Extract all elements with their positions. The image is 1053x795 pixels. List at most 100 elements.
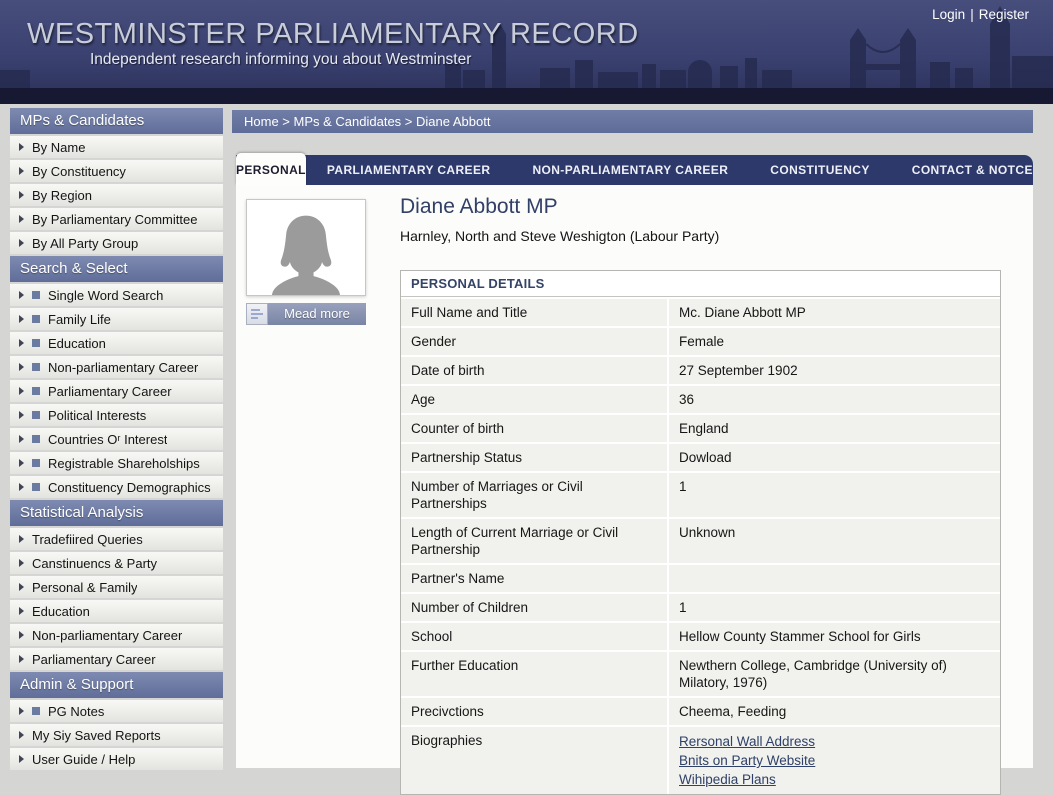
- sidebar-item-political-interests[interactable]: Political Interests: [10, 404, 223, 426]
- table-body: Full Name and TitleMc. Diane Abbott MPGe…: [401, 299, 1000, 794]
- sidebar-item-label: By Region: [32, 188, 92, 203]
- row-label: Further Education: [401, 652, 667, 696]
- register-link[interactable]: Register: [979, 7, 1029, 22]
- table-row: PrecivctionsCheema, Feeding: [401, 698, 1000, 725]
- auth-links: Login|Register: [932, 7, 1029, 22]
- table-row: Further EducationNewthern College, Cambr…: [401, 652, 1000, 696]
- row-value: [669, 565, 1000, 592]
- sidebar-item-single-word-search[interactable]: Single Word Search: [10, 284, 223, 306]
- sidebar-item-by-constituency[interactable]: By Constituency: [10, 160, 223, 182]
- sidebar-section-header: Admin & Support: [10, 672, 223, 698]
- bullet-square-icon: [32, 315, 40, 323]
- sidebar-item-personal-family[interactable]: Personal & Family: [10, 576, 223, 598]
- site-title: WESTMINSTER PARLIAMENTARY RECORD: [27, 18, 639, 51]
- table-row: SchoolHellow County Stammer School for G…: [401, 623, 1000, 650]
- row-label: Partnership Status: [401, 444, 667, 471]
- table-heading: PERSONAL DETAILS: [401, 271, 1000, 297]
- row-label: School: [401, 623, 667, 650]
- sidebar: MPs & CandidatesBy NameBy ConstituencyBy…: [10, 108, 223, 772]
- sidebar-item-label: User Guide / Help: [32, 752, 135, 767]
- sidebar-item-countries-o-interest[interactable]: Countries Oʳ Interest: [10, 428, 223, 450]
- mp-constituency-line: Harnley, North and Steve Weshigton (Labo…: [400, 228, 719, 244]
- sidebar-item-pg-notes[interactable]: PG Notes: [10, 700, 223, 722]
- sidebar-item-by-parliamentary-committee[interactable]: By Parliamentary Committee: [10, 208, 223, 230]
- biography-link[interactable]: Bnits on Party Website: [679, 751, 990, 770]
- sidebar-item-tradefiired-queries[interactable]: Tradefiired Queries: [10, 528, 223, 550]
- biography-link[interactable]: Rersonal Wall Address: [679, 732, 990, 751]
- sidebar-item-education[interactable]: Education: [10, 332, 223, 354]
- arrow-right-icon: [19, 315, 24, 323]
- sidebar-item-label: Single Word Search: [48, 288, 163, 303]
- sidebar-item-label: Canstinuencs & Party: [32, 556, 157, 571]
- arrow-right-icon: [19, 631, 24, 639]
- tab-personal[interactable]: PERSONAL: [236, 153, 306, 185]
- arrow-right-icon: [19, 559, 24, 567]
- sidebar-section-header: Search & Select: [10, 256, 223, 282]
- breadcrumb-home[interactable]: Home: [244, 114, 279, 129]
- sidebar-item-non-parliamentary-career[interactable]: Non-parliamentary Career: [10, 356, 223, 378]
- arrow-right-icon: [19, 363, 24, 371]
- sidebar-item-by-name[interactable]: By Name: [10, 136, 223, 158]
- bullet-square-icon: [32, 291, 40, 299]
- arrow-right-icon: [19, 755, 24, 763]
- auth-separator: |: [965, 7, 979, 22]
- sidebar-item-label: Education: [32, 604, 90, 619]
- sidebar-item-parliamentary-career[interactable]: Parliamentary Career: [10, 648, 223, 670]
- row-value: 1: [669, 473, 1000, 517]
- row-value: Hellow County Stammer School for Girls: [669, 623, 1000, 650]
- row-value: Dowload: [669, 444, 1000, 471]
- content-panel: Mead more Diane Abbott MP Harnley, North…: [236, 185, 1033, 768]
- sidebar-item-constituency-demographics[interactable]: Constituency Demographics: [10, 476, 223, 498]
- arrow-right-icon: [19, 167, 24, 175]
- bullet-square-icon: [32, 363, 40, 371]
- table-row: Partner's Name: [401, 565, 1000, 592]
- row-value: England: [669, 415, 1000, 442]
- arrow-right-icon: [19, 535, 24, 543]
- tab-contact-notce[interactable]: CONTACT & NOTCE: [891, 155, 1053, 185]
- sidebar-section-header: Statistical Analysis: [10, 500, 223, 526]
- table-row: Date of birth27 September 1902: [401, 357, 1000, 384]
- row-value: Unknown: [669, 519, 1000, 563]
- row-label: Number of Marriages or Civil Partnership…: [401, 473, 667, 517]
- arrow-right-icon: [19, 411, 24, 419]
- sidebar-item-label: Non-parliamentary Career: [48, 360, 198, 375]
- row-value: Newthern College, Cambridge (University …: [669, 652, 1000, 696]
- arrow-right-icon: [19, 607, 24, 615]
- tab-parliamentary-career[interactable]: PARLIAMENTARY CAREER: [306, 155, 512, 185]
- row-label: Date of birth: [401, 357, 667, 384]
- read-more-button[interactable]: Mead more: [246, 303, 366, 325]
- sidebar-item-label: Family Life: [48, 312, 111, 327]
- sidebar-item-by-region[interactable]: By Region: [10, 184, 223, 206]
- row-label: Partner's Name: [401, 565, 667, 592]
- row-value: Female: [669, 328, 1000, 355]
- tab-non-parliamentary-career[interactable]: NON-PARLIAMENTARY CAREER: [511, 155, 749, 185]
- sidebar-item-user-guide-help[interactable]: User Guide / Help: [10, 748, 223, 770]
- arrow-right-icon: [19, 291, 24, 299]
- sidebar-item-family-life[interactable]: Family Life: [10, 308, 223, 330]
- breadcrumb-mps-candidates[interactable]: MPs & Candidates: [294, 114, 402, 129]
- row-label: Age: [401, 386, 667, 413]
- sidebar-item-label: Education: [48, 336, 106, 351]
- bullet-square-icon: [32, 707, 40, 715]
- login-link[interactable]: Login: [932, 7, 965, 22]
- sidebar-item-registrable-shareholships[interactable]: Registrable Shareholships: [10, 452, 223, 474]
- sidebar-item-parliamentary-career[interactable]: Parliamentary Career: [10, 380, 223, 402]
- sidebar-item-education[interactable]: Education: [10, 600, 223, 622]
- sidebar-item-label: Personal & Family: [32, 580, 137, 595]
- sidebar-item-my-siy-saved-reports[interactable]: My Siy Saved Reports: [10, 724, 223, 746]
- arrow-right-icon: [19, 215, 24, 223]
- biography-link[interactable]: Wihipedia Plans: [679, 770, 990, 789]
- sidebar-item-label: Countries Oʳ Interest: [48, 432, 167, 447]
- row-label: Full Name and Title: [401, 299, 667, 326]
- arrow-right-icon: [19, 239, 24, 247]
- table-row: GenderFemale: [401, 328, 1000, 355]
- sidebar-item-non-parliamentary-career[interactable]: Non-parliamentary Career: [10, 624, 223, 646]
- arrow-right-icon: [19, 191, 24, 199]
- site-header: Login|Register WESTMINSTER PARLIAMENTARY…: [0, 0, 1053, 104]
- sidebar-item-canstinuencs-party[interactable]: Canstinuencs & Party: [10, 552, 223, 574]
- arrow-right-icon: [19, 339, 24, 347]
- tab-constituency[interactable]: CONSTITUENCY: [749, 155, 890, 185]
- sidebar-item-by-all-party-group[interactable]: By All Party Group: [10, 232, 223, 254]
- site-tagline: Independent research informing you about…: [90, 51, 471, 69]
- row-value: Mc. Diane Abbott MP: [669, 299, 1000, 326]
